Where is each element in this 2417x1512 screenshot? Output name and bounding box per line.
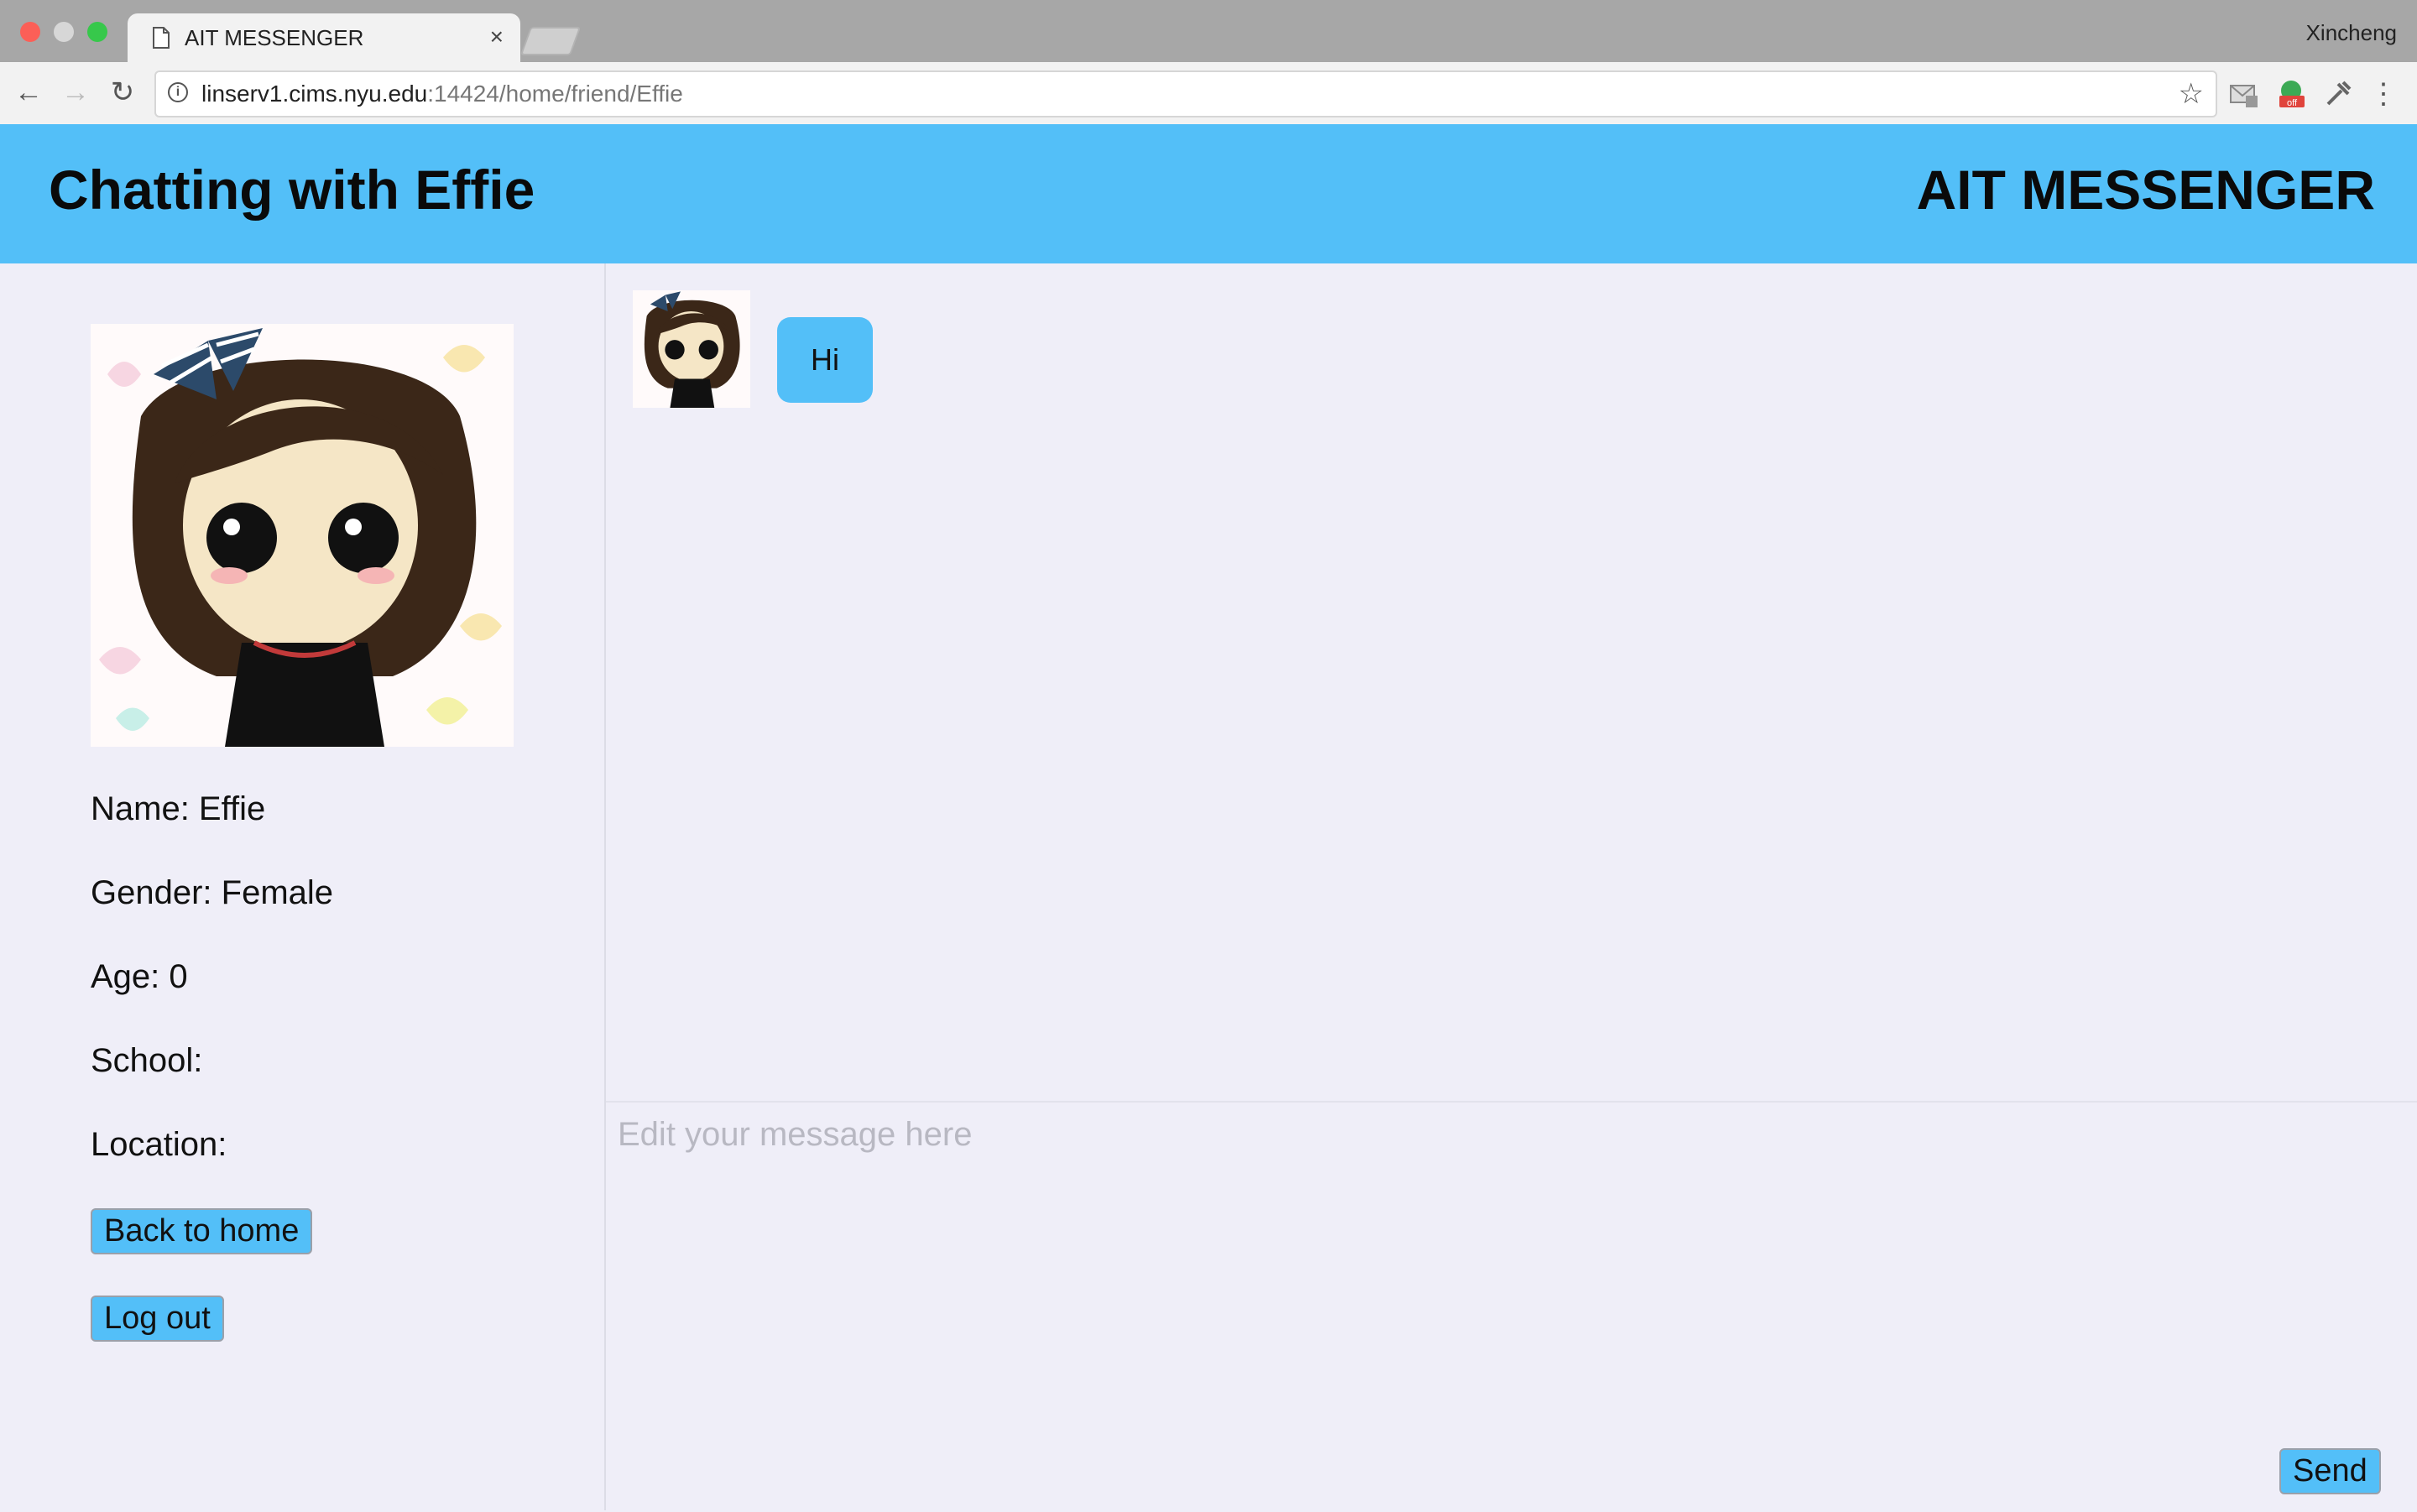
message-bubble: Hi	[777, 317, 873, 403]
message-composer: Send	[606, 1101, 2417, 1512]
bookmark-star-icon[interactable]: ☆	[2179, 77, 2204, 111]
profile-name: Name: Effie	[91, 790, 266, 827]
document-icon	[153, 27, 170, 49]
profile-gender: Gender: Female	[91, 874, 334, 911]
new-tab-button[interactable]	[519, 27, 582, 55]
profile-age: Age: 0	[91, 958, 188, 995]
mail-extension-icon[interactable]	[2229, 79, 2259, 109]
off-extension-icon[interactable]: off	[2276, 79, 2306, 109]
browser-tab[interactable]: AIT MESSENGER ×	[128, 13, 520, 62]
message-avatar	[633, 290, 750, 408]
back-to-home-button[interactable]: Back to home	[91, 1208, 313, 1254]
reload-icon[interactable]: ↻	[107, 77, 138, 107]
browser-toolbar: ← → ↻ i linserv1.cims.nyu.edu:14424/home…	[0, 62, 2417, 126]
send-button[interactable]: Send	[2279, 1448, 2381, 1494]
browser-profile-name[interactable]: Xincheng	[2306, 20, 2397, 46]
browser-titlebar: AIT MESSENGER × Xincheng	[0, 0, 2417, 62]
url-path: :14424/home/friend/Effie	[427, 81, 683, 107]
tab-title: AIT MESSENGER	[185, 25, 364, 50]
log-out-button[interactable]: Log out	[91, 1296, 224, 1342]
info-icon[interactable]: i	[168, 82, 188, 102]
window-maximize-button[interactable]	[87, 22, 107, 42]
app-header: Chatting with Effie AIT MESSENGER	[0, 124, 2417, 263]
profile-school: School:	[91, 1042, 203, 1079]
url-host: linserv1.cims.nyu.edu	[201, 81, 428, 107]
address-bar[interactable]: i linserv1.cims.nyu.edu:14424/home/frien…	[154, 70, 2217, 117]
back-arrow-icon[interactable]: ←	[13, 77, 44, 107]
close-tab-icon[interactable]: ×	[490, 23, 504, 50]
chat-messages: Hi	[606, 263, 2417, 1103]
url-text[interactable]: linserv1.cims.nyu.edu:14424/home/friend/…	[201, 81, 683, 107]
window-close-button[interactable]	[20, 22, 40, 42]
svg-text:off: off	[2287, 98, 2298, 108]
brand-title: AIT MESSENGER	[1916, 159, 2375, 221]
friend-profile-sidebar: Name: Effie Gender: Female Age: 0 School…	[0, 263, 606, 1510]
browser-menu-icon[interactable]: ⋮	[2368, 79, 2399, 109]
tools-extension-icon[interactable]	[2323, 79, 2353, 109]
forward-arrow-icon[interactable]: →	[60, 77, 91, 107]
window-minimize-button[interactable]	[54, 22, 74, 42]
message-input[interactable]	[616, 1114, 2399, 1436]
friend-avatar	[91, 324, 514, 747]
page-title: Chatting with Effie	[49, 159, 535, 221]
profile-location: Location:	[91, 1126, 227, 1163]
